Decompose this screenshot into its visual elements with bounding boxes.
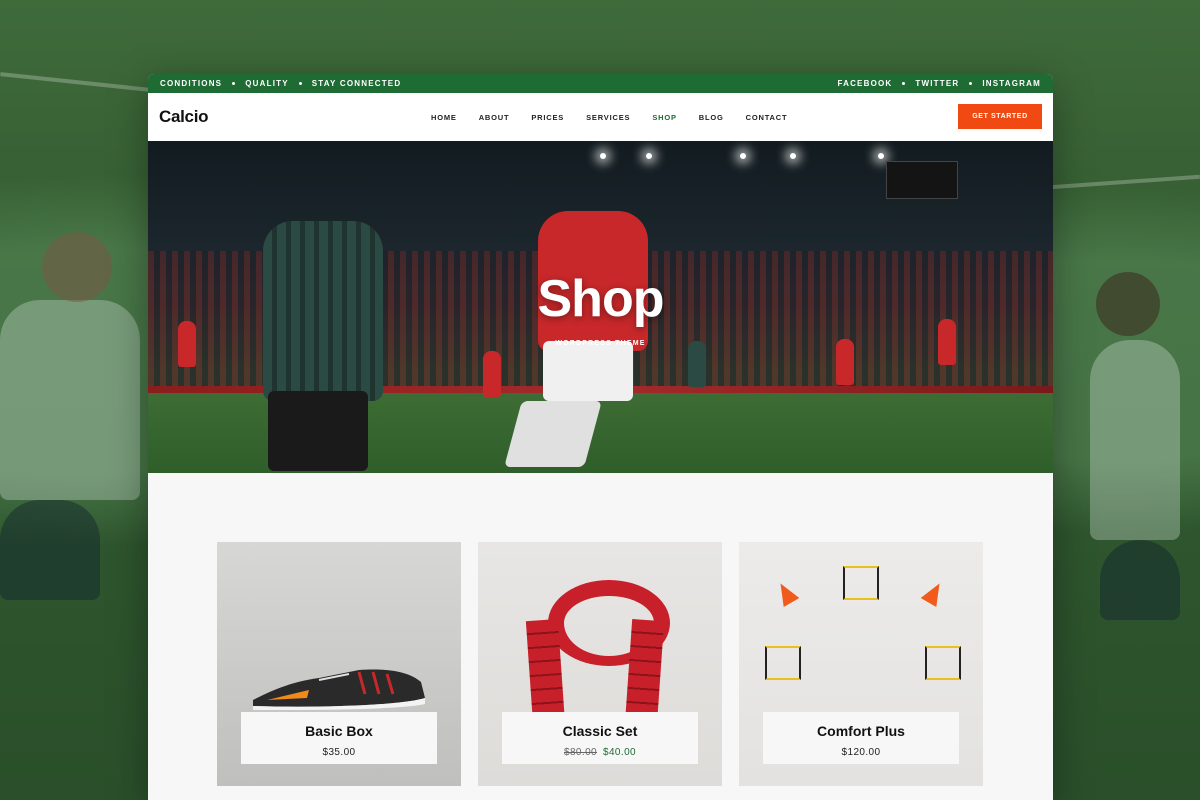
product-price: $35.00 bbox=[241, 747, 437, 758]
background-player bbox=[483, 351, 501, 397]
separator-dot bbox=[969, 82, 973, 85]
nav-contact[interactable]: CONTACT bbox=[746, 113, 788, 122]
top-bar-right: FACEBOOK TWITTER INSTAGRAM bbox=[837, 79, 1041, 88]
product-info: Classic Set $80.00 $40.00 bbox=[502, 712, 698, 764]
training-cone-image bbox=[920, 578, 948, 608]
hero-title: Shop bbox=[537, 270, 665, 328]
price-current: $35.00 bbox=[322, 747, 356, 758]
nav-prices[interactable]: PRICES bbox=[531, 113, 564, 122]
product-info: Basic Box $35.00 bbox=[241, 712, 437, 764]
hero-subtitle: WORDPRESS THEME bbox=[555, 340, 646, 347]
nav-home[interactable]: HOME bbox=[431, 113, 457, 122]
top-bar: CONDITIONS QUALITY STAY CONNECTED FACEBO… bbox=[148, 74, 1053, 93]
stadium-light-icon bbox=[878, 153, 884, 159]
get-started-button[interactable]: GET STARTED bbox=[958, 104, 1042, 129]
training-cone-image bbox=[772, 578, 800, 608]
product-card[interactable]: Classic Set $80.00 $40.00 bbox=[478, 542, 722, 786]
product-card[interactable]: Basic Box $35.00 bbox=[217, 542, 461, 786]
product-name[interactable]: Classic Set bbox=[502, 723, 698, 739]
player-red-shorts bbox=[543, 341, 633, 401]
separator-dot bbox=[298, 82, 302, 85]
nav-services[interactable]: SERVICES bbox=[586, 113, 630, 122]
stadium-light-icon bbox=[600, 153, 606, 159]
topbar-link-twitter[interactable]: TWITTER bbox=[915, 79, 959, 88]
background-player-left-head bbox=[42, 232, 112, 302]
hero-banner: Shop WORDPRESS THEME bbox=[148, 141, 1053, 473]
background-player-right-head bbox=[1096, 272, 1160, 336]
main-navbar: Calcio HOME ABOUT PRICES SERVICES SHOP B… bbox=[148, 93, 1053, 141]
player-green-shorts bbox=[268, 391, 368, 471]
background-player-right-shorts bbox=[1100, 540, 1180, 620]
top-bar-left: CONDITIONS QUALITY STAY CONNECTED bbox=[160, 79, 401, 88]
product-price: $120.00 bbox=[763, 747, 959, 758]
scoreboard bbox=[886, 161, 958, 199]
product-card[interactable]: Comfort Plus $120.00 bbox=[739, 542, 983, 786]
product-name[interactable]: Basic Box bbox=[241, 723, 437, 739]
stadium-light-icon bbox=[740, 153, 746, 159]
stadium-light-icon bbox=[790, 153, 796, 159]
price-old: $80.00 bbox=[564, 747, 597, 758]
nav-shop[interactable]: SHOP bbox=[652, 113, 676, 122]
topbar-link-quality[interactable]: QUALITY bbox=[245, 79, 289, 88]
background-player bbox=[688, 341, 706, 387]
agility-hurdle-image bbox=[843, 566, 879, 600]
stadium-light-icon bbox=[646, 153, 652, 159]
site-logo[interactable]: Calcio bbox=[159, 107, 209, 127]
product-grid: Basic Box $35.00 Classic Set $80.00 $40.0… bbox=[217, 542, 983, 786]
nav-blog[interactable]: BLOG bbox=[699, 113, 724, 122]
background-player-right bbox=[1090, 340, 1180, 540]
topbar-link-conditions[interactable]: CONDITIONS bbox=[160, 79, 222, 88]
background-player-left-shorts bbox=[0, 500, 100, 600]
background-player-left bbox=[0, 300, 140, 500]
nav-about[interactable]: ABOUT bbox=[479, 113, 510, 122]
price-current: $120.00 bbox=[841, 747, 881, 758]
separator-dot bbox=[232, 82, 236, 85]
football-boot-image bbox=[253, 669, 425, 710]
agility-hurdle-image bbox=[765, 646, 801, 680]
website-preview: CONDITIONS QUALITY STAY CONNECTED FACEBO… bbox=[148, 74, 1053, 800]
agility-hurdle-image bbox=[925, 646, 961, 680]
topbar-link-stay-connected[interactable]: STAY CONNECTED bbox=[312, 79, 402, 88]
topbar-link-instagram[interactable]: INSTAGRAM bbox=[982, 79, 1041, 88]
main-menu: HOME ABOUT PRICES SERVICES SHOP BLOG CON… bbox=[431, 113, 787, 122]
product-price: $80.00 $40.00 bbox=[502, 747, 698, 758]
product-info: Comfort Plus $120.00 bbox=[763, 712, 959, 764]
product-name[interactable]: Comfort Plus bbox=[763, 723, 959, 739]
separator-dot bbox=[902, 82, 906, 85]
price-sale: $40.00 bbox=[603, 747, 636, 758]
topbar-link-facebook[interactable]: FACEBOOK bbox=[837, 79, 892, 88]
